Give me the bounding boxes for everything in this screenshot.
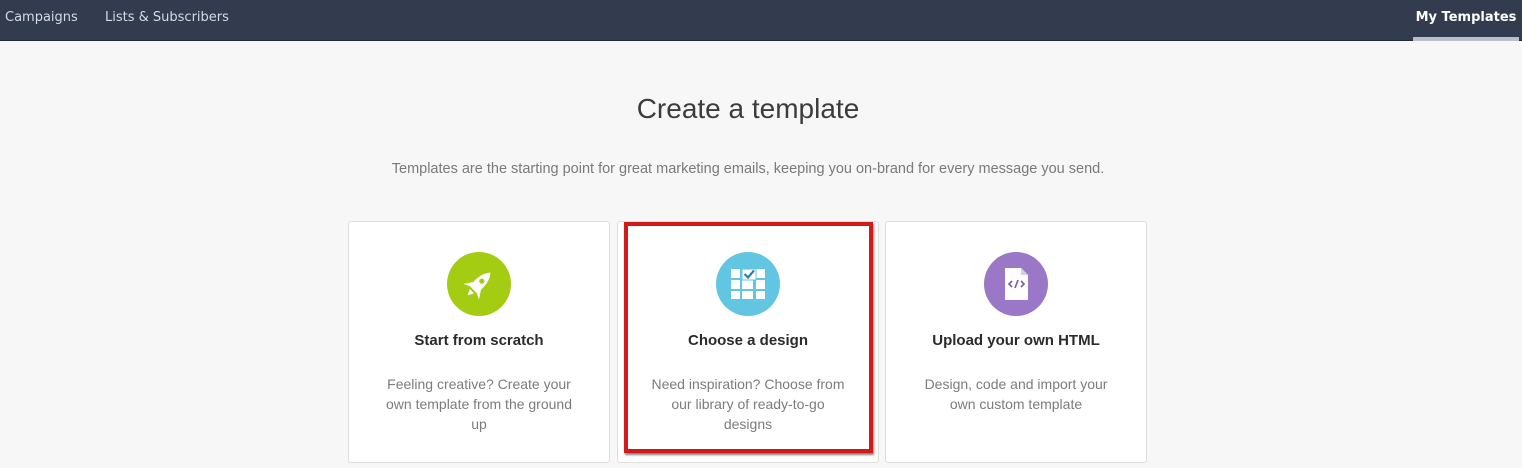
rocket-icon	[447, 252, 511, 316]
page-title: Create a template	[636, 93, 860, 124]
start-from-scratch-card[interactable]: Start from scratch Feeling creative? Cre…	[348, 221, 610, 463]
card-title: Start from scratch	[414, 332, 544, 349]
choose-a-design-card[interactable]: Choose a design Need inspiration? Choose…	[617, 221, 879, 463]
upload-own-html-card[interactable]: Upload your own HTML Design, code and im…	[885, 221, 1147, 463]
nav-active-indicator	[1413, 37, 1519, 41]
page-subtitle: Templates are the starting point for gre…	[391, 161, 1105, 177]
design-grid-icon	[716, 252, 780, 316]
top-navigation-bar: Campaigns Lists & Subscribers My Templat…	[0, 0, 1522, 41]
html-file-icon	[984, 252, 1048, 316]
card-title: Choose a design	[687, 332, 809, 349]
nav-lists-subscribers[interactable]: Lists & Subscribers	[105, 0, 229, 40]
nav-campaigns[interactable]: Campaigns	[5, 0, 78, 40]
card-description: Feeling creative? Create your own templa…	[386, 376, 572, 432]
card-title: Upload your own HTML	[932, 332, 1100, 349]
nav-my-templates[interactable]: My Templates	[1413, 0, 1519, 40]
card-description: Design, code and import your own custom …	[924, 376, 1108, 412]
card-description: Need inspiration? Choose from our librar…	[651, 376, 845, 432]
